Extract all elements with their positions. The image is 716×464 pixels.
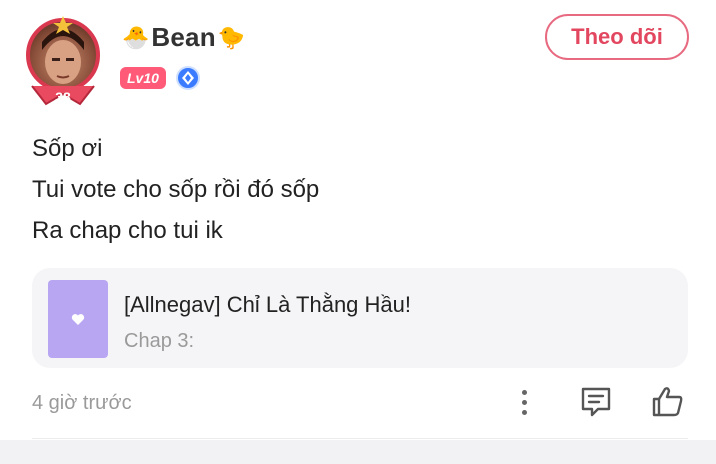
comment-line: Sốp ơi xyxy=(32,135,103,162)
avatar[interactable]: 38 xyxy=(26,16,100,108)
user-badges: Lv10 xyxy=(120,66,200,90)
more-options-button[interactable] xyxy=(512,384,536,420)
more-vertical-icon-dot xyxy=(521,409,527,415)
thumbs-up-icon xyxy=(652,387,683,417)
comment-line: Tui vote cho sốp rồi đó sốp xyxy=(32,176,320,203)
avatar-number: 38 xyxy=(55,89,71,105)
heart-icon xyxy=(71,314,85,325)
more-vertical-icon-dot xyxy=(521,399,527,405)
like-button[interactable] xyxy=(650,384,686,420)
follow-button[interactable]: Theo dõi xyxy=(545,14,689,60)
divider xyxy=(32,438,688,439)
verified-icon xyxy=(175,66,200,90)
comment-timestamp: 4 giờ trước xyxy=(32,392,132,414)
username[interactable]: Bean xyxy=(151,22,215,53)
avatar-frame-icon: 38 xyxy=(26,16,100,106)
reply-button[interactable] xyxy=(578,384,614,420)
level-badge: Lv10 xyxy=(120,67,166,89)
comment-line: Ra chap cho tui ik xyxy=(32,217,223,244)
story-title: [Allnegav] Chỉ Là Thằng Hầu! xyxy=(124,292,411,317)
story-chapter: Chap 3: xyxy=(124,330,195,352)
username-row[interactable]: 🐣 Bean 🐤 xyxy=(122,22,245,53)
linked-story-card[interactable]: [Allnegav] Chỉ Là Thằng Hầu! Chap 3: xyxy=(32,268,688,368)
baby-chick-emoji: 🐤 xyxy=(217,24,246,50)
reply-icon xyxy=(581,387,611,417)
more-vertical-icon xyxy=(521,389,527,395)
comment-text: Sốp ơi Tui vote cho sốp rồi đó sốp Ra ch… xyxy=(32,128,319,251)
hatching-chick-emoji: 🐣 xyxy=(122,24,150,50)
section-separator xyxy=(0,440,716,464)
story-thumbnail xyxy=(48,280,108,358)
